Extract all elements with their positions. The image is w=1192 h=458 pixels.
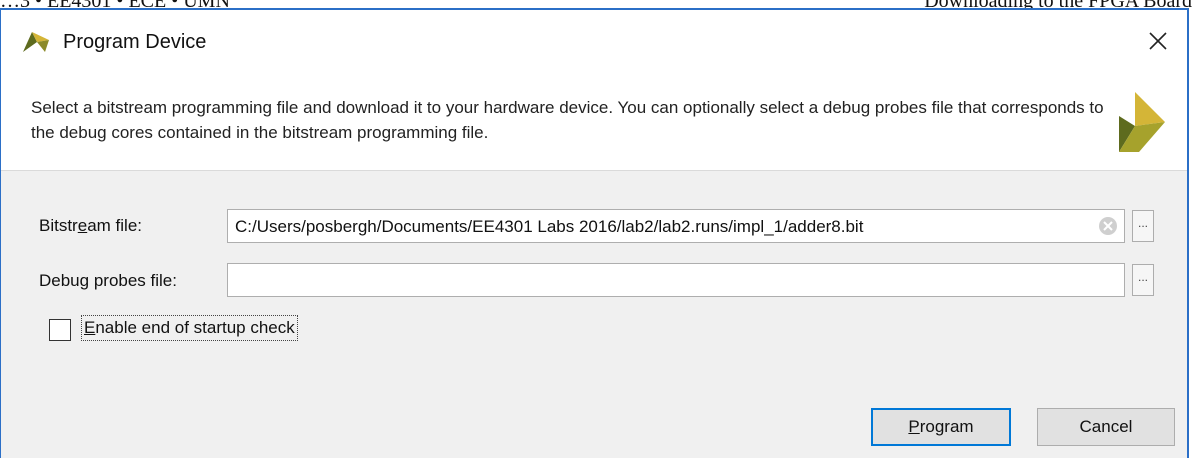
vivado-logo-icon [1119, 92, 1165, 152]
enable-startup-check-label[interactable]: Enable end of startup check [81, 315, 298, 341]
clear-icon[interactable] [1098, 216, 1118, 236]
description-banner: Select a bitstream programming file and … [1, 76, 1187, 171]
vivado-logo-icon [23, 32, 49, 52]
program-button[interactable]: Program [871, 408, 1011, 446]
enable-startup-check-checkbox[interactable] [49, 319, 71, 341]
bitstream-browse-button[interactable]: ... [1132, 210, 1154, 242]
debug-probes-file-input[interactable] [227, 263, 1125, 297]
debug-probes-file-label: Debug probes file: [39, 271, 177, 290]
cancel-button[interactable]: Cancel [1037, 408, 1175, 446]
bitstream-file-input[interactable]: C:/Users/posbergh/Documents/EE4301 Labs … [227, 209, 1125, 243]
dialog-titlebar: Program Device [1, 10, 1187, 76]
close-icon[interactable] [1143, 26, 1173, 56]
dialog-title: Program Device [63, 31, 207, 53]
bitstream-file-label: Bitstream file: [39, 216, 142, 235]
debug-probes-browse-button[interactable]: ... [1132, 264, 1154, 296]
dialog-description: Select a bitstream programming file and … [31, 98, 1104, 142]
program-device-dialog: Program Device Select a bitstream progra… [0, 8, 1189, 458]
bitstream-file-value: C:/Users/posbergh/Documents/EE4301 Labs … [235, 217, 864, 236]
